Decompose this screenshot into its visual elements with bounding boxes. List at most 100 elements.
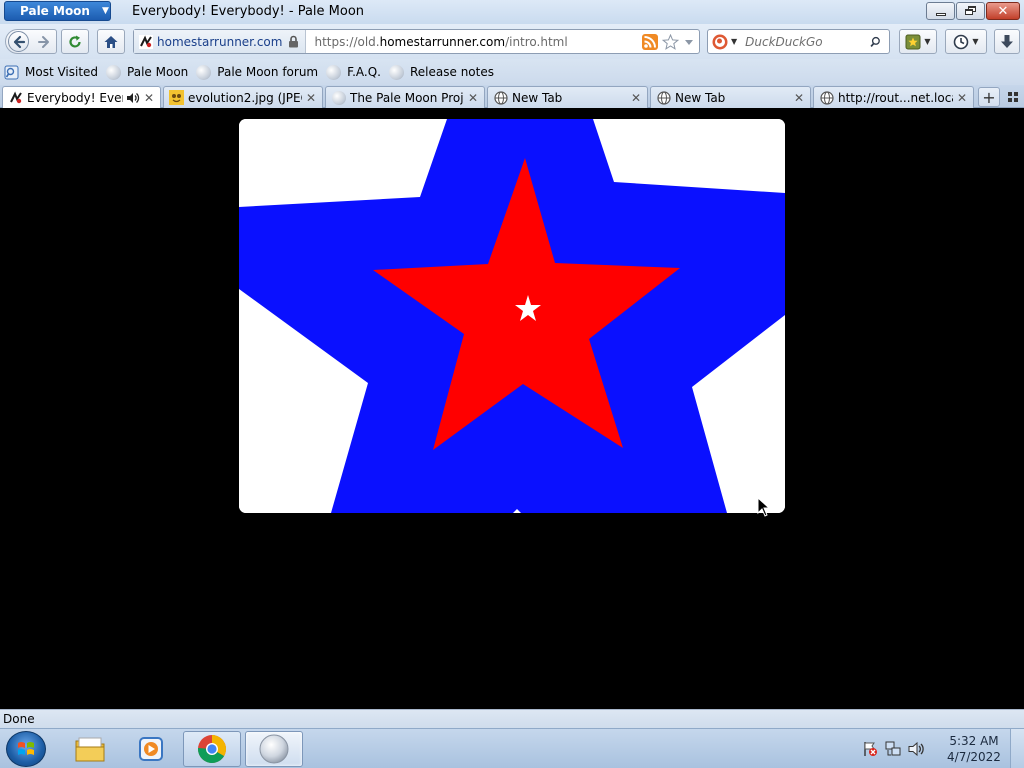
show-desktop-button[interactable] <box>1010 729 1024 768</box>
clock-date: 4/7/2022 <box>947 750 1001 764</box>
folder-icon <box>75 737 105 762</box>
title-bar: Pale Moon ▼ Everybody! Everybody! - Pale… <box>0 0 1024 24</box>
chrome-icon <box>198 735 226 763</box>
url-dropdown-icon[interactable] <box>683 36 695 48</box>
reload-button[interactable] <box>61 29 89 54</box>
url-bar[interactable]: homestarrunner.com https://old.homestarr… <box>133 29 700 54</box>
tab-close-icon[interactable]: ✕ <box>143 91 155 105</box>
globe-icon <box>819 90 834 105</box>
palemoon-icon <box>331 90 346 105</box>
restore-button[interactable] <box>956 2 985 20</box>
bookmark-faq[interactable]: F.A.Q. <box>326 64 381 80</box>
reload-icon <box>69 35 81 48</box>
tab-everybody[interactable]: Everybody! Every... ✕ <box>2 86 161 109</box>
bookmark-release-notes[interactable]: Release notes <box>389 64 494 80</box>
minimize-button[interactable] <box>926 2 955 20</box>
plus-icon: + <box>982 87 996 107</box>
search-box[interactable]: ▼ DuckDuckGo <box>707 29 890 54</box>
globe-icon <box>196 64 212 80</box>
back-button[interactable] <box>8 31 29 52</box>
tab-close-icon[interactable]: ✕ <box>793 91 805 105</box>
status-bar: Done <box>0 709 1024 728</box>
bookmark-pale-moon-forum[interactable]: Pale Moon forum <box>196 64 318 80</box>
bookmark-label: F.A.Q. <box>347 65 381 79</box>
palemoon-icon <box>259 734 289 764</box>
taskbar-palemoon-button[interactable] <box>245 731 303 767</box>
homestar-favicon-icon <box>139 34 153 49</box>
app-menu-button[interactable]: Pale Moon ▼ <box>4 1 111 21</box>
url-path: /intro.html <box>505 34 568 49</box>
bookmarks-menu-button[interactable]: ▼ <box>899 29 937 54</box>
tab-label: The Pale Moon Proj... <box>350 90 464 105</box>
clock-time: 5:32 AM <box>949 734 999 748</box>
globe-icon <box>656 90 671 105</box>
duckduckgo-icon <box>712 34 728 49</box>
most-visited-icon <box>4 65 19 79</box>
windows-taskbar: 5:32 AM 4/7/2022 <box>0 728 1024 768</box>
identity-label: homestarrunner.com <box>157 34 283 49</box>
url-text[interactable]: https://old.homestarrunner.com/intro.htm… <box>314 35 642 49</box>
globe-icon <box>326 64 342 80</box>
image-thumbnail-icon <box>169 90 184 105</box>
flash-animation[interactable] <box>239 119 785 513</box>
speaker-icon[interactable] <box>126 92 140 104</box>
home-button[interactable] <box>97 29 125 54</box>
taskbar-explorer-button[interactable] <box>61 731 119 767</box>
start-button[interactable] <box>6 731 46 767</box>
tab-label: http://rout...net.local/ <box>838 90 953 105</box>
downloads-button[interactable] <box>994 29 1020 54</box>
globe-icon <box>106 64 122 80</box>
bookmark-star-icon[interactable] <box>662 33 679 50</box>
history-button[interactable]: ▼ <box>945 29 987 54</box>
taskbar-clock[interactable]: 5:32 AM 4/7/2022 <box>943 733 1005 765</box>
tab-close-icon[interactable]: ✕ <box>630 91 642 105</box>
tab-close-icon[interactable]: ✕ <box>467 91 479 105</box>
list-all-tabs-button[interactable] <box>1005 89 1021 105</box>
back-forward-button <box>5 29 57 54</box>
tab-strip: Everybody! Every... ✕ evolution2.jpg (JP… <box>0 85 1024 109</box>
mouse-cursor-icon <box>757 497 771 517</box>
tab-label: New Tab <box>512 90 563 105</box>
tab-router[interactable]: http://rout...net.local/ ✕ <box>813 86 974 108</box>
app-menu-label: Pale Moon <box>20 4 90 18</box>
taskbar-chrome-button[interactable] <box>183 731 241 767</box>
window-title: Everybody! Everybody! - Pale Moon <box>132 4 365 19</box>
url-host: homestarrunner.com <box>379 34 506 49</box>
url-bar-icons <box>642 33 699 50</box>
tab-pale-moon-project[interactable]: The Pale Moon Proj... ✕ <box>325 86 485 108</box>
tab-new-tab-2[interactable]: New Tab ✕ <box>650 86 811 108</box>
action-center-flag-icon[interactable] <box>862 741 878 757</box>
download-arrow-icon <box>1001 34 1013 48</box>
bookmark-label: Pale Moon <box>127 65 189 79</box>
search-icon[interactable] <box>870 34 889 50</box>
app-menu-caret-icon: ▼ <box>101 6 109 16</box>
bookmark-pale-moon[interactable]: Pale Moon <box>106 64 189 80</box>
bookmarks-icon <box>905 34 921 49</box>
page-content <box>0 108 1024 709</box>
taskbar-media-player-button[interactable] <box>122 731 180 767</box>
tab-close-icon[interactable]: ✕ <box>305 91 317 105</box>
search-engine-button[interactable]: ▼ <box>708 34 737 50</box>
homestar-favicon <box>8 91 23 106</box>
bookmark-label: Release notes <box>410 65 494 79</box>
media-player-icon <box>139 737 163 761</box>
bookmark-most-visited[interactable]: Most Visited <box>4 65 98 80</box>
tab-label: evolution2.jpg (JPEG... <box>188 90 302 105</box>
forward-arrow-icon[interactable] <box>37 35 51 49</box>
rss-feed-icon[interactable] <box>642 33 658 50</box>
new-tab-button[interactable]: + <box>978 87 1000 107</box>
site-identity-button[interactable]: homestarrunner.com <box>134 30 307 53</box>
globe-icon <box>389 64 404 80</box>
bookmarks-toolbar: Most Visited Pale Moon Pale Moon forum F… <box>0 59 1024 85</box>
tab-evolution2[interactable]: evolution2.jpg (JPEG... ✕ <box>163 86 323 108</box>
close-icon: ✕ <box>997 3 1009 19</box>
system-tray <box>862 729 926 768</box>
volume-icon[interactable] <box>908 741 926 757</box>
restore-icon <box>964 6 977 16</box>
network-icon[interactable] <box>885 741 901 757</box>
tab-new-tab-1[interactable]: New Tab ✕ <box>487 86 648 108</box>
close-window-button[interactable]: ✕ <box>986 2 1020 20</box>
engine-dropdown-icon: ▼ <box>731 37 738 46</box>
tab-close-icon[interactable]: ✕ <box>956 91 968 105</box>
search-placeholder: DuckDuckGo <box>745 34 823 49</box>
